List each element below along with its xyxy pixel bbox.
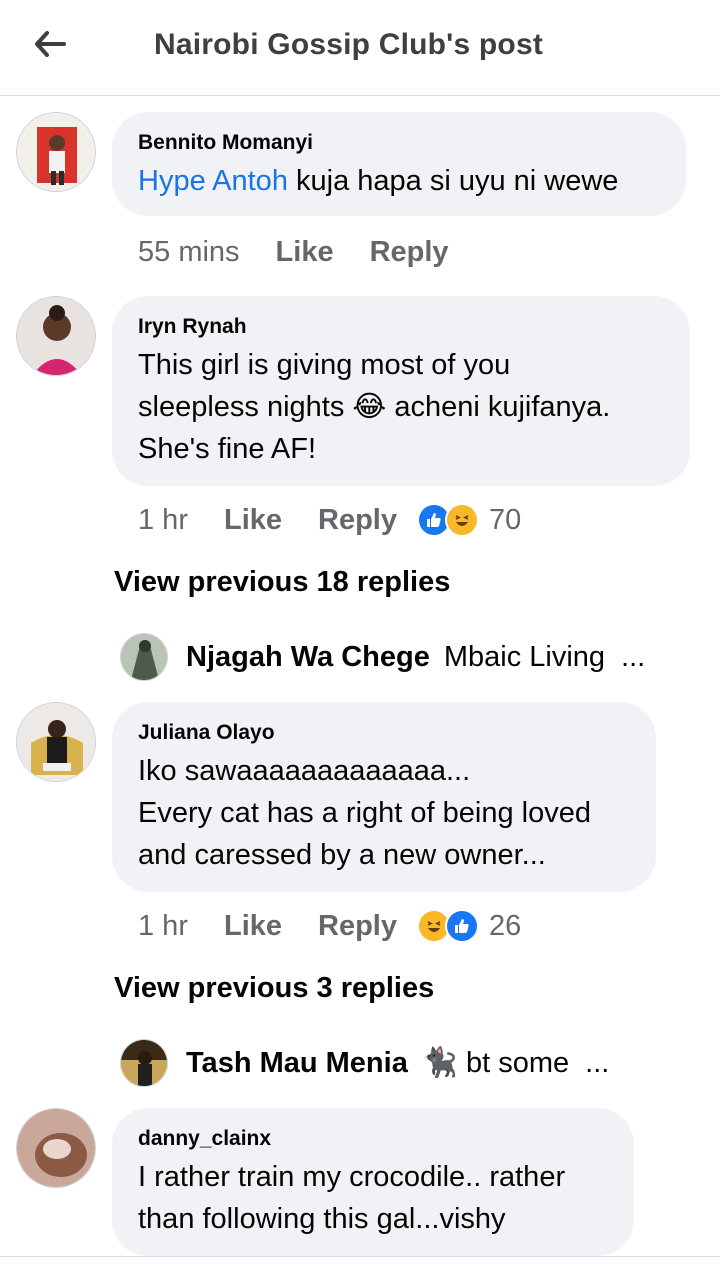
reaction-count: 70 xyxy=(489,503,522,536)
ellipsis: ... xyxy=(585,1046,610,1079)
comment-bubble: Iryn Rynah This girl is giving most of y… xyxy=(112,296,690,486)
comment-bubble: Bennito Momanyi Hype Antoh kuja hapa si … xyxy=(112,112,686,216)
reply-button[interactable]: Reply xyxy=(318,504,397,537)
avatar xyxy=(120,1039,168,1087)
comment-time[interactable]: 55 mins xyxy=(138,236,240,269)
reaction-summary[interactable]: 70 xyxy=(417,503,521,537)
haha-reaction-icon xyxy=(445,503,479,537)
comment-text: This girl is giving most of you sleepless… xyxy=(138,349,611,465)
avatar[interactable] xyxy=(16,112,96,192)
comment-author[interactable]: danny_clainx xyxy=(138,1126,608,1152)
avatar-photo xyxy=(17,703,95,781)
comment-text: Iko sawaaaaaaaaaaaaa... Every cat has a r… xyxy=(138,755,591,871)
avatar[interactable] xyxy=(16,1108,96,1188)
comment-actions: 1 hr Like Reply 26 xyxy=(138,906,521,946)
reaction-count: 26 xyxy=(489,909,522,942)
like-reaction-icon xyxy=(445,909,479,943)
view-previous-replies[interactable]: View previous 18 replies xyxy=(114,566,450,599)
reply-button[interactable]: Reply xyxy=(370,236,449,269)
reply-author: Njagah Wa Chege xyxy=(186,640,430,673)
ellipsis: ... xyxy=(621,640,646,673)
like-button[interactable]: Like xyxy=(224,504,282,537)
comment-time[interactable]: 1 hr xyxy=(138,504,188,537)
divider xyxy=(0,1256,720,1257)
reply-preview[interactable]: Tash Mau Menia 🐈‍⬛ bt some ... xyxy=(120,1038,609,1088)
comment-bubble: danny_clainx I rather train my crocodile… xyxy=(112,1108,634,1256)
avatar-photo xyxy=(17,113,95,191)
avatar xyxy=(120,633,168,681)
app-header: Nairobi Gossip Club's post xyxy=(0,0,720,96)
avatar-photo xyxy=(17,297,95,375)
avatar-photo xyxy=(17,1109,95,1187)
comment-time[interactable]: 1 hr xyxy=(138,910,188,943)
avatar[interactable] xyxy=(16,296,96,376)
avatar[interactable] xyxy=(16,702,96,782)
comment-actions: 55 mins Like Reply xyxy=(138,232,449,272)
like-button[interactable]: Like xyxy=(224,910,282,943)
comment-author[interactable]: Bennito Momanyi xyxy=(138,130,660,156)
comment-author[interactable]: Juliana Olayo xyxy=(138,720,630,746)
page-title: Nairobi Gossip Club's post xyxy=(154,28,544,61)
reply-snippet: 🐈‍⬛ bt some xyxy=(421,1047,570,1079)
mention-link[interactable]: Hype Antoh xyxy=(138,165,288,197)
comment-bubble: Juliana Olayo Iko sawaaaaaaaaaaaaa... Eve… xyxy=(112,702,656,892)
reply-button[interactable]: Reply xyxy=(318,910,397,943)
comment-actions: 1 hr Like Reply 70 xyxy=(138,500,521,540)
like-button[interactable]: Like xyxy=(276,236,334,269)
back-button[interactable] xyxy=(28,22,72,66)
comment-text: Hype Antoh kuja hapa si uyu ni wewe xyxy=(138,165,619,197)
arrow-left-icon xyxy=(35,31,66,57)
reply-preview[interactable]: Njagah Wa Chege Mbaic Living ... xyxy=(120,632,645,682)
reply-author: Tash Mau Menia xyxy=(186,1046,408,1079)
comment-text: I rather train my crocodile.. rather than… xyxy=(138,1161,566,1235)
comment-author[interactable]: Iryn Rynah xyxy=(138,314,664,340)
reply-snippet: Mbaic Living xyxy=(443,640,606,673)
reaction-summary[interactable]: 26 xyxy=(417,909,521,943)
view-previous-replies[interactable]: View previous 3 replies xyxy=(114,972,434,1005)
